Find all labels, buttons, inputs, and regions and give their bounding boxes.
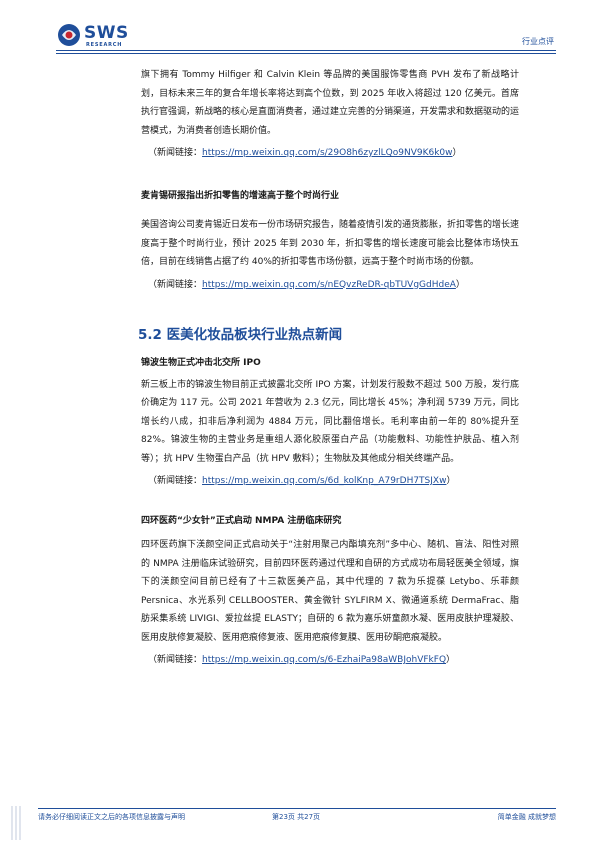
main-content: 旗下拥有 Tommy Hilfiger 和 Calvin Klein 等品牌的美… [138, 66, 520, 669]
header-divider [56, 50, 556, 51]
report-type-tag: 行业点评 [522, 37, 554, 46]
link-prefix: （新闻链接： [148, 655, 203, 665]
logo-subtext: RESEARCH [86, 42, 123, 48]
sihuan-news-link[interactable]: https://mp.weixin.qq.com/s/6-EzhaiPa98aW… [202, 655, 446, 665]
mckinsey-paragraph: 美国咨询公司麦肯锡近日发布一份市场研究报告，随着疫情引发的通货膨胀，折扣零售的增… [141, 220, 520, 267]
jinbo-paragraph: 新三板上市的锦波生物目前正式披露北交所 IPO 方案，计划发行股数不超过 500… [141, 379, 519, 464]
jinbo-news-title: 锦波生物正式冲击北交所 IPO [141, 357, 261, 368]
footer-disclaimer: 请务必仔细阅读正文之后的各项信息披露与声明 [38, 813, 185, 821]
footer-divider [38, 808, 556, 809]
jinbo-news-link-line: （新闻链接：https://mp.weixin.qq.com/s/6d_kolK… [141, 472, 519, 490]
mckinsey-news-title: 麦肯锡研报指出折扣零售的增速高于整个时尚行业 [141, 191, 340, 201]
pvh-news-link-line: （新闻链接：https://mp.weixin.qq.com/s/29O8h6z… [141, 144, 519, 162]
jinbo-news-link[interactable]: https://mp.weixin.qq.com/s/6d_kolKnp_A79… [202, 476, 446, 486]
sws-logo: SWS RESEARCH [56, 22, 156, 50]
sihuan-news-title: 四环医药“少女针”正式启动 NMPA 注册临床研究 [141, 516, 342, 526]
sihuan-news-link-line: （新闻链接：https://mp.weixin.qq.com/s/6-Ezhai… [141, 651, 519, 669]
pvh-news-link[interactable]: https://mp.weixin.qq.com/s/29O8h6zyzlLQo… [202, 148, 453, 158]
pvh-paragraph: 旗下拥有 Tommy Hilfiger 和 Calvin Klein 等品牌的美… [141, 70, 520, 136]
link-suffix: ） [455, 279, 465, 290]
corner-decoration [0, 806, 34, 840]
link-suffix: ） [452, 148, 462, 158]
logo-text: SWS [84, 23, 129, 43]
link-prefix: （新闻链接： [148, 148, 203, 158]
link-prefix: （新闻链接： [148, 476, 203, 486]
mckinsey-news-link[interactable]: https://mp.weixin.qq.com/s/nEQvzReDR-qbT… [202, 280, 456, 290]
link-suffix: ） [446, 655, 456, 665]
section-title-5-2: 5.2 医美化妆品板块行业热点新闻 [138, 326, 343, 343]
footer-slogan: 简单金融 成就梦想 [497, 813, 556, 821]
page-header: SWS RESEARCH 行业点评 [0, 0, 596, 58]
link-prefix: （新闻链接： [148, 279, 203, 290]
mckinsey-news-link-line: （新闻链接：https://mp.weixin.qq.com/s/nEQvzRe… [141, 276, 519, 294]
link-suffix: ） [446, 476, 456, 486]
page-number: 第23页 共27页 [272, 813, 321, 821]
header-divider-thin [56, 53, 556, 54]
sihuan-paragraph: 四环医药旗下渼颜空间正式启动关于“注射用聚己内酯填充剂”多中心、随机、盲法、阳性… [141, 540, 519, 643]
